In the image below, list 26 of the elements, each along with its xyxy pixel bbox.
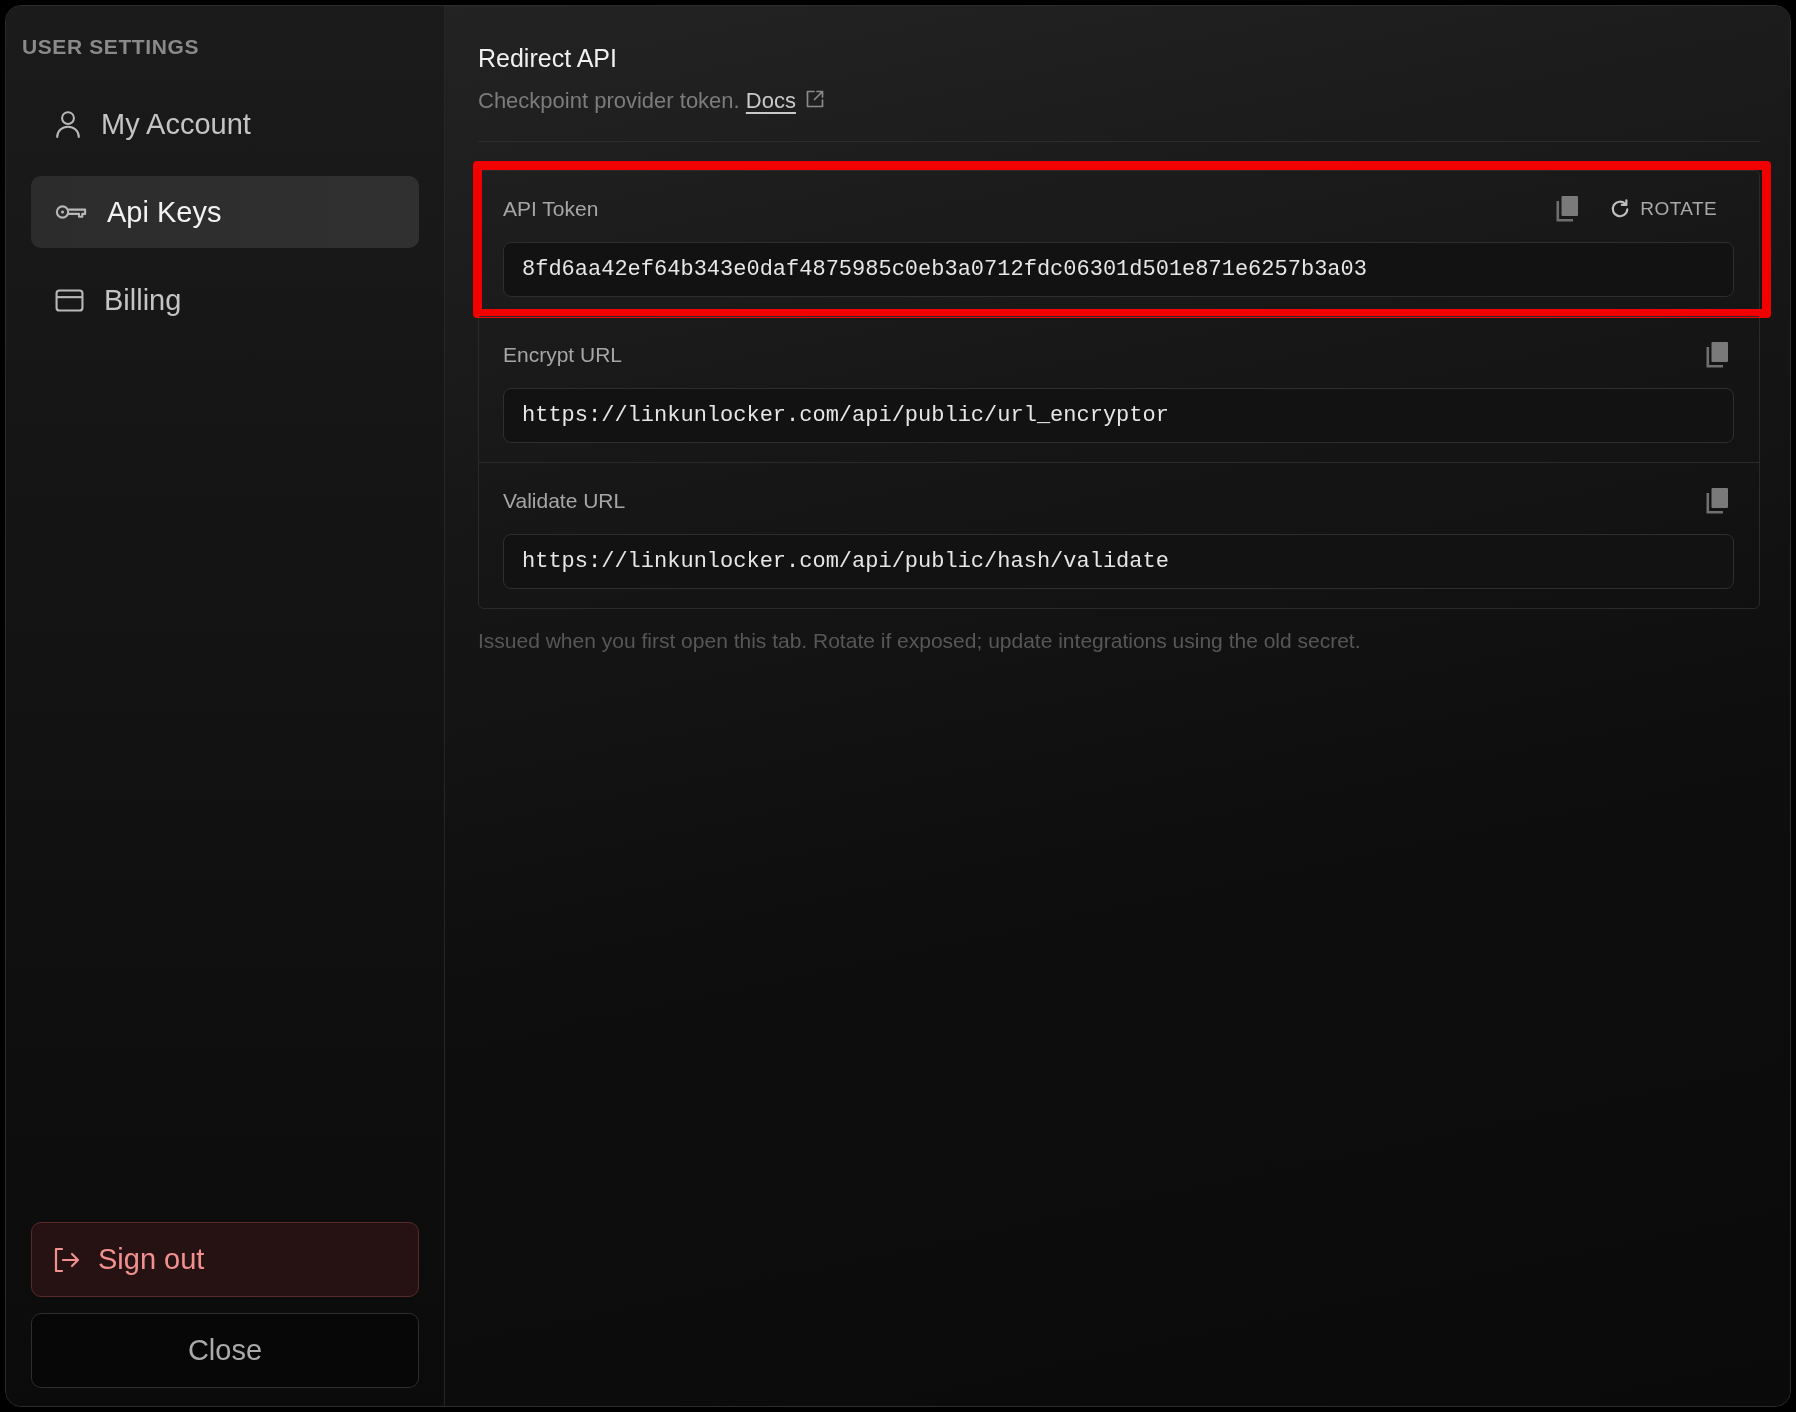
sidebar-item[interactable]: Api Keys: [31, 176, 419, 248]
copy-icon: [1706, 342, 1728, 368]
person-icon: [55, 110, 81, 138]
value-field[interactable]: 8fd6aa42ef64b343e0daf4875985c0eb3a0712fdc06301d501e871e6257b3a03: [503, 242, 1734, 297]
field-label: Validate URL: [503, 489, 626, 513]
close-button[interactable]: Close: [31, 1313, 419, 1388]
rotate-button[interactable]: ROTATE: [1602, 192, 1734, 226]
key-icon: [55, 203, 87, 221]
help-text: Issued when you first open this tab. Rotate if exposed; update integrations using the old secret.: [478, 628, 1362, 654]
docs-link[interactable]: Docs: [745, 87, 824, 115]
copy-icon: [1706, 488, 1728, 514]
external-link-icon: [805, 90, 824, 108]
copy-icon: [1556, 196, 1579, 222]
sidebar-heading: USER SETTINGS: [22, 35, 200, 59]
card-icon: [55, 288, 84, 312]
value-field[interactable]: https://linkunlocker.com/api/public/hash/validate: [503, 534, 1734, 589]
field-label: Encrypt URL: [503, 343, 623, 367]
sign-out-icon: [54, 1246, 80, 1273]
sidebar-item[interactable]: Billing: [31, 264, 419, 336]
rotate-icon: [1610, 199, 1631, 219]
sign-out-button[interactable]: Sign out: [31, 1222, 419, 1297]
sidebar-item[interactable]: My Account: [31, 88, 419, 160]
section-description: Checkpoint provider token. Docs: [478, 87, 1760, 115]
section-title: Redirect API: [478, 43, 618, 73]
value-field[interactable]: https://linkunlocker.com/api/public/url_encryptor: [503, 388, 1734, 443]
field-label: API Token: [503, 197, 599, 221]
